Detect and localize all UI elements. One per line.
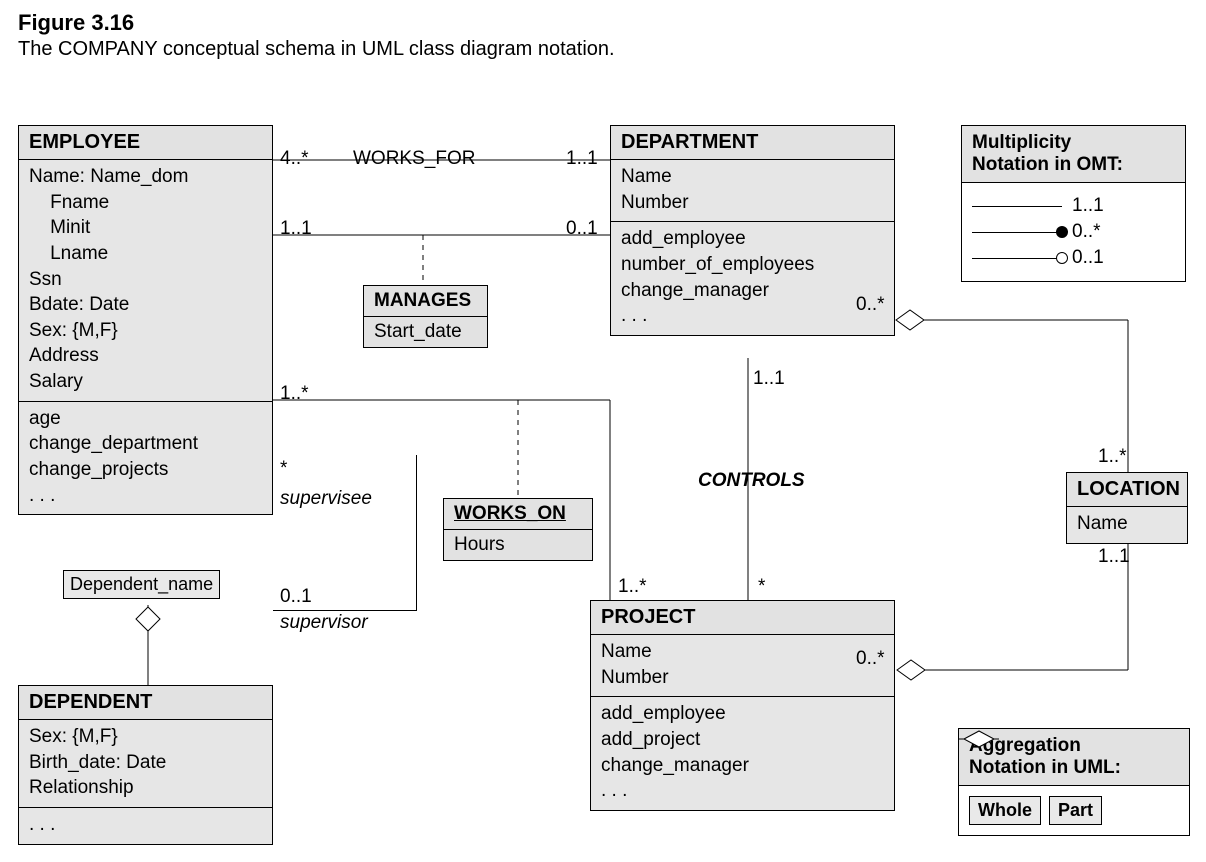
class-attributes: Name: Name_dom Fname Minit Lname Ssn Bda… <box>19 160 272 402</box>
assoc-class-title: WORKS_ON <box>444 499 592 530</box>
class-operations: add_employee add_project change_manager … <box>591 697 894 810</box>
op: change_manager <box>621 278 884 304</box>
op: change_department <box>29 431 262 457</box>
attr: Name: Name_dom <box>29 164 262 190</box>
mult-supervisor: 0..1 <box>280 586 312 608</box>
assoc-class-attr: Start_date <box>364 317 487 347</box>
mult-supervisee: * <box>280 458 287 480</box>
op: number_of_employees <box>621 252 884 278</box>
attr: Number <box>601 665 884 691</box>
mult-deptloc-dept: 0..* <box>856 294 885 316</box>
mult-deptloc-loc: 1..* <box>1098 446 1127 468</box>
assoc-label-works-for: WORKS_FOR <box>353 148 475 170</box>
attr: Birth_date: Date <box>29 750 262 776</box>
attr: Name <box>601 639 884 665</box>
diagram-canvas: EMPLOYEE Name: Name_dom Fname Minit Lnam… <box>18 110 1188 850</box>
class-attributes: Name <box>1067 507 1187 543</box>
class-attributes: Name Number <box>591 635 894 697</box>
attr: Minit <box>29 215 262 241</box>
legend-title-line: Notation in OMT: <box>972 154 1175 176</box>
role-label-supervisee: supervisee <box>280 488 372 510</box>
attr: Ssn <box>29 267 262 293</box>
class-dependent: DEPENDENT Sex: {M,F} Birth_date: Date Re… <box>18 685 273 845</box>
class-title: DEPARTMENT <box>611 126 894 160</box>
attr: Fname <box>29 190 262 216</box>
figure-caption: The COMPANY conceptual schema in UML cla… <box>18 38 1188 61</box>
class-operations: add_employee number_of_employees change_… <box>611 222 894 335</box>
mult-works-on-proj: 1..* <box>618 576 647 598</box>
mult-manages-emp: 1..1 <box>280 218 312 240</box>
diamond-icon <box>959 729 1189 835</box>
attr: Salary <box>29 369 262 395</box>
role-label-supervisor: supervisor <box>280 612 368 634</box>
legend-row: 1..1 <box>972 195 1175 217</box>
op: add_employee <box>621 226 884 252</box>
class-attributes: Name Number <box>611 160 894 222</box>
legend-value: 0..1 <box>1072 247 1104 269</box>
legend-omt-multiplicity: Multiplicity Notation in OMT: 1..1 0..* … <box>961 125 1186 282</box>
op: . . . <box>29 812 262 838</box>
mult-controls-proj: * <box>758 576 765 598</box>
op: add_employee <box>601 701 884 727</box>
attr: Number <box>621 190 884 216</box>
legend-value: 1..1 <box>1072 195 1104 217</box>
assoc-class-works-on: WORKS_ON Hours <box>443 498 593 561</box>
mult-manages-dept: 0..1 <box>566 218 598 240</box>
attr: Address <box>29 343 262 369</box>
class-project: PROJECT Name Number add_employee add_pro… <box>590 600 895 811</box>
attr: Relationship <box>29 775 262 801</box>
legend-row: 0..* <box>972 221 1175 243</box>
op: . . . <box>621 303 884 329</box>
class-title: PROJECT <box>591 601 894 635</box>
op: change_projects <box>29 457 262 483</box>
mult-works-for-emp: 4..* <box>280 148 309 170</box>
mult-works-on-emp: 1..* <box>280 383 309 405</box>
op: . . . <box>601 778 884 804</box>
legend-body: 1..1 0..* 0..1 <box>962 183 1185 281</box>
legend-value: 0..* <box>1072 221 1101 243</box>
legend-uml-aggregation: Aggregation Notation in UML: Whole Part <box>958 728 1190 836</box>
class-location: LOCATION Name <box>1066 472 1188 544</box>
class-operations: age change_department change_projects . … <box>19 402 272 515</box>
legend-title: Multiplicity Notation in OMT: <box>962 126 1185 183</box>
legend-row: 0..1 <box>972 247 1175 269</box>
attr: Lname <box>29 241 262 267</box>
class-title: LOCATION <box>1067 473 1187 507</box>
assoc-label-controls: CONTROLS <box>698 470 805 492</box>
op: change_manager <box>601 753 884 779</box>
figure-number: Figure 3.16 <box>18 10 1188 36</box>
attr: Sex: {M,F} <box>29 318 262 344</box>
attr: Sex: {M,F} <box>29 724 262 750</box>
op: . . . <box>29 483 262 509</box>
class-title: EMPLOYEE <box>19 126 272 160</box>
mult-projloc-proj: 0..* <box>856 648 885 670</box>
mult-works-for-dept: 1..1 <box>566 148 598 170</box>
class-attributes: Sex: {M,F} Birth_date: Date Relationship <box>19 720 272 808</box>
mult-projloc-loc: 1..1 <box>1098 546 1130 568</box>
class-employee: EMPLOYEE Name: Name_dom Fname Minit Lnam… <box>18 125 273 515</box>
class-title: DEPENDENT <box>19 686 272 720</box>
assoc-class-manages: MANAGES Start_date <box>363 285 488 348</box>
assoc-class-title: MANAGES <box>364 286 487 317</box>
attr: Name <box>621 164 884 190</box>
attr: Bdate: Date <box>29 292 262 318</box>
op: age <box>29 406 262 432</box>
attr: Name <box>1077 511 1177 537</box>
legend-title-line: Multiplicity <box>972 132 1175 154</box>
class-operations: . . . <box>19 808 272 844</box>
mult-controls-dept: 1..1 <box>753 368 785 390</box>
class-department: DEPARTMENT Name Number add_employee numb… <box>610 125 895 336</box>
legend-body: Whole Part <box>959 786 1189 835</box>
op: add_project <box>601 727 884 753</box>
assoc-class-attr: Hours <box>444 530 592 560</box>
qualifier-dependent-name: Dependent_name <box>63 570 220 599</box>
